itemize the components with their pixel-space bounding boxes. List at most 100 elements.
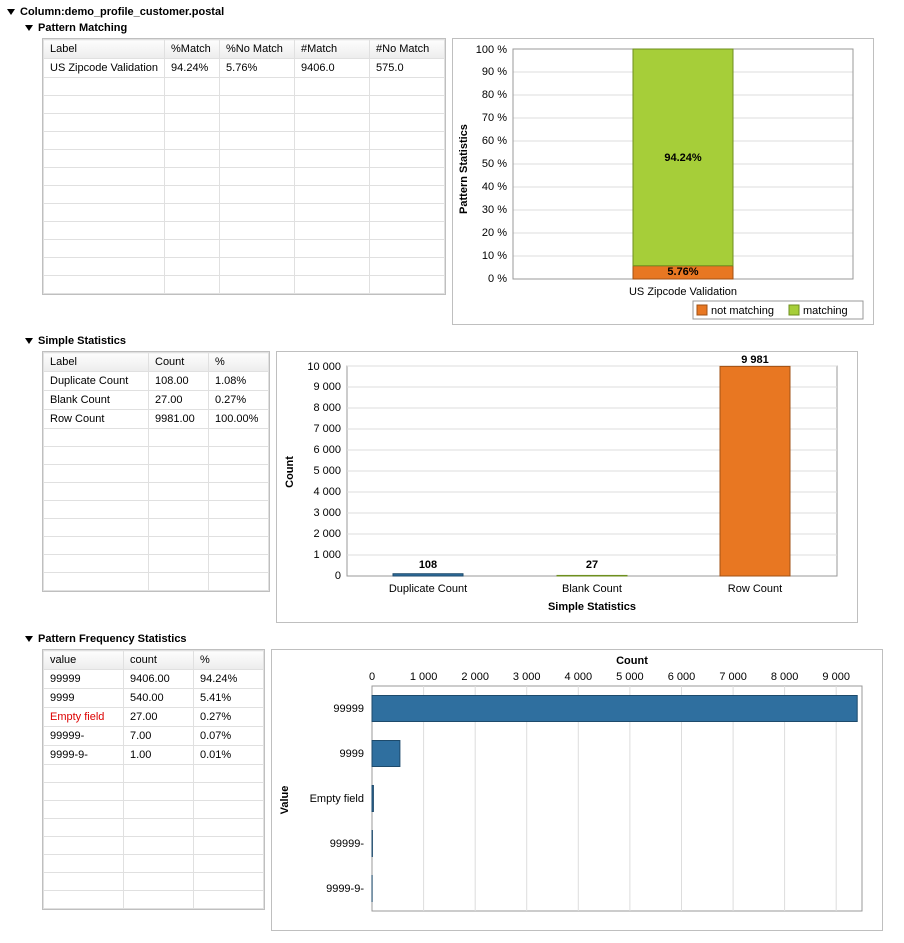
table-row: [44, 447, 269, 465]
table-row: [44, 519, 269, 537]
svg-text:80 %: 80 %: [482, 89, 507, 101]
table-row: [44, 483, 269, 501]
tree-toggle-pattern-frequency[interactable]: Pattern Frequency Statistics: [24, 631, 898, 647]
pattern-matching-table: Label %Match %No Match #Match #No Match …: [43, 39, 445, 294]
cell: 7.00: [124, 727, 194, 746]
legend-not-matching: not matching: [711, 305, 774, 317]
cell: 1.00: [124, 746, 194, 765]
twist-icon: [24, 336, 34, 346]
cat-label: Row Count: [728, 583, 782, 595]
cell: 27.00: [149, 391, 209, 410]
table-row[interactable]: Blank Count 27.00 0.27%: [44, 391, 269, 410]
table-row: [44, 150, 445, 168]
legend-matching: matching: [803, 305, 848, 317]
col-header[interactable]: Label: [44, 353, 149, 372]
svg-text:6 000: 6 000: [313, 444, 341, 456]
table-row: [44, 555, 269, 573]
cell: 1.08%: [209, 372, 269, 391]
cell: 99999-: [44, 727, 124, 746]
col-header[interactable]: %No Match: [220, 40, 295, 59]
table-row: [44, 783, 264, 801]
cell: 9406.00: [124, 670, 194, 689]
cat-label: 99999-: [330, 838, 365, 850]
col-header[interactable]: %: [194, 651, 264, 670]
svg-text:2 000: 2 000: [461, 671, 489, 683]
col-header[interactable]: %: [209, 353, 269, 372]
cat-label: Duplicate Count: [389, 583, 467, 595]
svg-text:20 %: 20 %: [482, 227, 507, 239]
match-pct-label: 94.24%: [664, 152, 702, 164]
table-row: [44, 168, 445, 186]
svg-text:3 000: 3 000: [513, 671, 541, 683]
bar-label: 27: [586, 559, 598, 571]
table-row: [44, 186, 445, 204]
column-title: Column:demo_profile_customer.postal: [20, 6, 224, 18]
table-row: [44, 837, 264, 855]
col-header[interactable]: #No Match: [370, 40, 445, 59]
svg-text:7 000: 7 000: [313, 423, 341, 435]
cat-label: 99999: [333, 703, 364, 715]
table-row[interactable]: US Zipcode Validation 94.24% 5.76% 9406.…: [44, 59, 445, 78]
col-header[interactable]: value: [44, 651, 124, 670]
table-row: [44, 891, 264, 909]
svg-text:10 000: 10 000: [307, 361, 341, 373]
svg-text:1 000: 1 000: [410, 671, 438, 683]
x-axis-label: Count: [616, 655, 648, 667]
y-axis-label: Count: [284, 456, 296, 488]
svg-text:40 %: 40 %: [482, 181, 507, 193]
cat-label: 9999-9-: [326, 883, 364, 895]
table-row[interactable]: 9999 540.00 5.41%: [44, 689, 264, 708]
cat-label: 9999: [340, 748, 364, 760]
tree-toggle-simple-statistics[interactable]: Simple Statistics: [24, 333, 898, 349]
twist-icon: [24, 23, 34, 33]
tree-toggle-pattern-matching[interactable]: Pattern Matching: [24, 20, 898, 36]
table-row: [44, 765, 264, 783]
tree-toggle-column[interactable]: Column:demo_profile_customer.postal: [6, 4, 898, 20]
table-row: [44, 78, 445, 96]
svg-text:0: 0: [335, 570, 341, 582]
col-header[interactable]: count: [124, 651, 194, 670]
table-row: [44, 222, 445, 240]
svg-text:10 %: 10 %: [482, 250, 507, 262]
svg-text:6 000: 6 000: [668, 671, 696, 683]
cell: 5.41%: [194, 689, 264, 708]
cell: 540.00: [124, 689, 194, 708]
table-row[interactable]: 99999 9406.00 94.24%: [44, 670, 264, 689]
svg-text:5 000: 5 000: [313, 465, 341, 477]
table-row: [44, 204, 445, 222]
table-row[interactable]: Duplicate Count 108.00 1.08%: [44, 372, 269, 391]
cell: Blank Count: [44, 391, 149, 410]
cell: 9999-9-: [44, 746, 124, 765]
table-row: [44, 501, 269, 519]
col-header[interactable]: Label: [44, 40, 165, 59]
col-header[interactable]: #Match: [295, 40, 370, 59]
table-row[interactable]: 99999- 7.00 0.07%: [44, 727, 264, 746]
cat-label: Empty field: [310, 793, 364, 805]
svg-text:8 000: 8 000: [771, 671, 799, 683]
category-label: US Zipcode Validation: [629, 286, 737, 298]
table-row: [44, 276, 445, 294]
table-row: [44, 819, 264, 837]
cat-label: Blank Count: [562, 583, 622, 595]
section-title-pattern-matching: Pattern Matching: [38, 22, 127, 34]
pattern-frequency-table: value count % 99999 9406.00 94.24%: [43, 650, 264, 909]
table-row[interactable]: Empty field 27.00 0.27%: [44, 708, 264, 727]
svg-text:70 %: 70 %: [482, 112, 507, 124]
cell: 575.0: [370, 59, 445, 78]
cell: 9999: [44, 689, 124, 708]
svg-text:4 000: 4 000: [313, 486, 341, 498]
cell: 94.24%: [194, 670, 264, 689]
col-header[interactable]: %Match: [165, 40, 220, 59]
x-axis-label: Simple Statistics: [548, 601, 636, 613]
table-row[interactable]: Row Count 9981.00 100.00%: [44, 410, 269, 429]
table-row[interactable]: 9999-9- 1.00 0.01%: [44, 746, 264, 765]
svg-text:30 %: 30 %: [482, 204, 507, 216]
cell: 0.27%: [194, 708, 264, 727]
svg-text:50 %: 50 %: [482, 158, 507, 170]
svg-text:9 000: 9 000: [313, 381, 341, 393]
bar-label: 108: [419, 559, 437, 571]
table-row: [44, 429, 269, 447]
table-row: [44, 258, 445, 276]
col-header[interactable]: Count: [149, 353, 209, 372]
pattern-statistics-chart: 0 % 10 % 20 % 30 % 40 % 50 % 60 % 70 % 8: [452, 38, 874, 325]
